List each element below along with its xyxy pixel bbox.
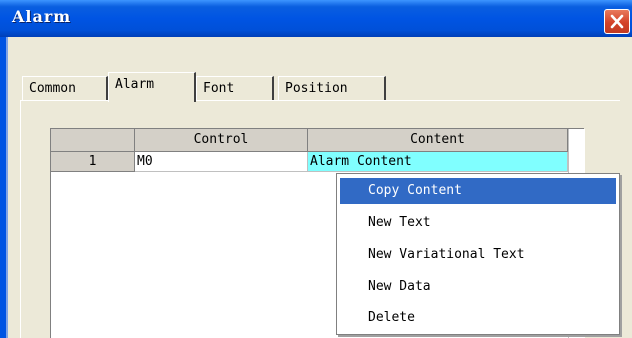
- context-menu: Copy Content New Text New Variational Te…: [336, 173, 620, 335]
- column-header-control[interactable]: Control: [135, 129, 308, 152]
- grid-corner-header[interactable]: [51, 129, 135, 152]
- title-bar[interactable]: Alarm: [0, 0, 632, 37]
- tab-alarm[interactable]: Alarm: [108, 72, 196, 102]
- cell-content[interactable]: Alarm Content: [308, 152, 568, 172]
- close-button[interactable]: [604, 9, 630, 34]
- menu-item-copy-content[interactable]: Copy Content: [340, 178, 616, 204]
- tab-font[interactable]: Font: [196, 76, 274, 100]
- alarm-dialog: Alarm Common Font Position Alarm Control…: [0, 0, 632, 338]
- column-header-content[interactable]: Content: [308, 129, 568, 152]
- menu-item-new-variational-text[interactable]: New Variational Text: [340, 242, 616, 268]
- window-title: Alarm: [12, 7, 72, 26]
- window-frame-inner: [6, 37, 8, 338]
- menu-item-new-data[interactable]: New Data: [340, 274, 616, 300]
- menu-item-new-text[interactable]: New Text: [340, 210, 616, 236]
- row-header[interactable]: 1: [51, 152, 135, 172]
- cell-control[interactable]: M0: [135, 152, 308, 172]
- menu-item-delete[interactable]: Delete: [340, 305, 616, 331]
- close-icon: [610, 14, 624, 29]
- tab-position[interactable]: Position: [278, 76, 386, 100]
- tab-common[interactable]: Common: [22, 76, 108, 100]
